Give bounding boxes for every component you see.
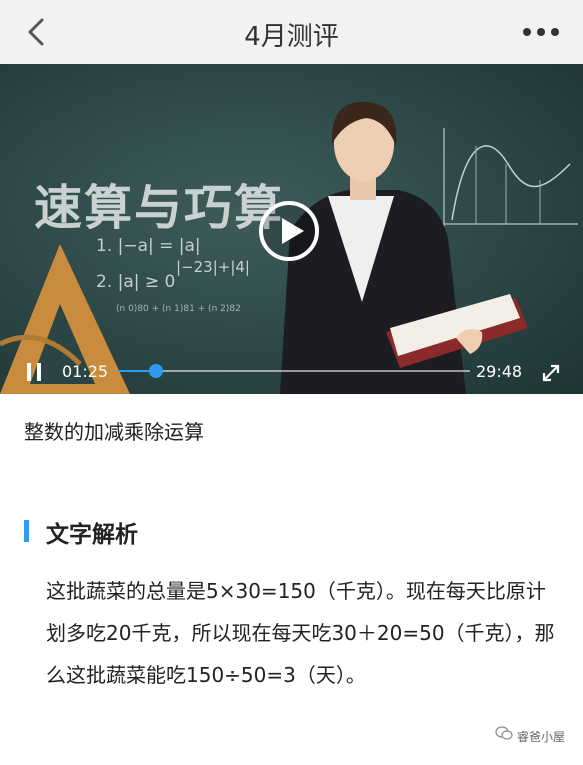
pause-icon [27,363,41,381]
wechat-icon [495,726,513,740]
watermark-label: 睿爸小屋 [516,730,565,744]
watermark: 睿爸小屋 [495,726,565,745]
play-button[interactable] [258,200,320,262]
page-title: 4月测评 [244,22,339,52]
board-title: 速算与巧算 [34,180,285,236]
section-title: 文字解析 [46,522,138,548]
board-formula: 2. |a| ≥ 0 [96,272,176,292]
more-dots-icon [523,28,559,36]
progress-knob[interactable] [149,364,164,378]
video-title: 整数的加减乘除运算 [24,420,204,444]
analysis-text: 这批蔬菜的总量是5×30=150（千克）。现在每天比原计划多吃20千克，所以现在… [46,579,555,687]
board-formula: |−23|+|4| [176,258,250,276]
fullscreen-icon [542,364,560,382]
board-formula: 1. |−a| = |a| [96,236,201,256]
fullscreen-button[interactable] [540,362,562,384]
video-player[interactable]: 速算与巧算 1. |−a| = |a| |−23|+|4| 2. |a| ≥ 0… [0,64,583,394]
nav-bar: 4月测评 [0,0,583,64]
pause-button[interactable] [24,362,44,382]
more-button[interactable] [521,20,561,44]
current-time: 01:25 [62,362,109,381]
play-icon [259,201,319,261]
progress-bar[interactable] [118,364,470,378]
section-accent-bar [24,520,29,542]
board-formula: (n 0)80 + (n 1)81 + (n 2)82 [116,304,241,314]
total-time: 29:48 [476,362,523,381]
